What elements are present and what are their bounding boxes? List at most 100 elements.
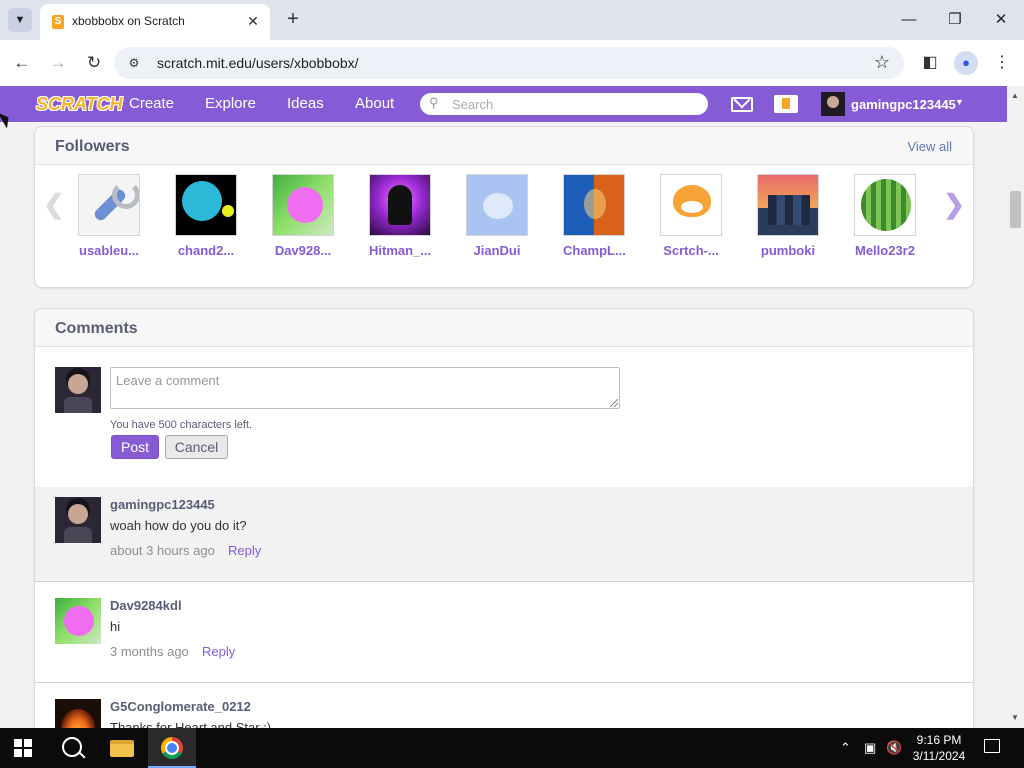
- comment-username[interactable]: Dav9284kdl: [110, 598, 182, 613]
- taskbar-chrome-button[interactable]: [148, 728, 196, 768]
- follower-thumbnail[interactable]: [272, 174, 334, 236]
- carousel-next-icon[interactable]: ❯: [943, 189, 965, 220]
- textarea-resize-icon[interactable]: [610, 399, 618, 407]
- follower-name[interactable]: Hitman_...: [369, 243, 431, 258]
- forward-icon[interactable]: →: [46, 51, 70, 75]
- comment-compose: You have 500 characters left. Post Cance…: [35, 347, 973, 487]
- follower-name[interactable]: chand2...: [175, 243, 237, 258]
- comments-box: Comments You have 500 characters left. P…: [34, 308, 974, 728]
- follower-name[interactable]: usableu...: [78, 243, 140, 258]
- follower-thumbnail[interactable]: [369, 174, 431, 236]
- search-input[interactable]: [452, 95, 697, 113]
- follower-item[interactable]: pumboki: [757, 174, 819, 258]
- side-panel-icon[interactable]: ◧: [918, 51, 942, 75]
- follower-item[interactable]: usableu...: [78, 174, 140, 258]
- profile-icon[interactable]: ●: [954, 51, 978, 75]
- follower-thumbnail[interactable]: [854, 174, 916, 236]
- comment-item: gamingpc123445 woah how do you do it? ab…: [35, 487, 973, 581]
- follower-name[interactable]: Scrtch-...: [660, 243, 722, 258]
- comment-avatar[interactable]: [55, 497, 101, 543]
- maximize-icon[interactable]: ❐: [940, 8, 970, 32]
- tab-search-icon[interactable]: ▼: [8, 8, 32, 32]
- scrollbar-thumb[interactable]: [1010, 191, 1021, 228]
- windows-start-icon[interactable]: [14, 739, 32, 757]
- comment-username[interactable]: G5Conglomerate_0212: [110, 699, 251, 714]
- tray-chevron-icon[interactable]: ⌃: [840, 740, 851, 756]
- back-icon[interactable]: ←: [10, 51, 34, 75]
- follower-item[interactable]: Mello23r2: [854, 174, 916, 258]
- nav-create[interactable]: Create: [129, 95, 174, 112]
- follower-name[interactable]: JianDui: [466, 243, 528, 258]
- volume-muted-icon[interactable]: 🔇: [886, 740, 902, 756]
- chars-left-text: You have 500 characters left.: [110, 419, 253, 431]
- follower-thumbnail[interactable]: [757, 174, 819, 236]
- url-text[interactable]: scratch.mit.edu/users/xbobbobx/: [157, 55, 359, 71]
- account-username[interactable]: gamingpc123445: [851, 97, 956, 112]
- notifications-icon[interactable]: [984, 739, 1000, 753]
- comment-divider: [35, 581, 973, 582]
- comment-textarea[interactable]: [110, 367, 620, 409]
- taskbar-clock[interactable]: 9:16 PM 3/11/2024: [906, 732, 972, 764]
- follower-thumbnail[interactable]: [466, 174, 528, 236]
- file-explorer-icon[interactable]: [110, 740, 134, 757]
- site-info-icon[interactable]: ⚙: [126, 55, 142, 71]
- tab-close-icon[interactable]: ✕: [244, 12, 262, 30]
- comment-reply-link[interactable]: Reply: [202, 644, 235, 659]
- chrome-icon: [161, 737, 183, 759]
- follower-thumbnail[interactable]: [660, 174, 722, 236]
- browser-tab-strip: ▼ S xbobbobx on Scratch ✕ + — ❐ ✕: [0, 0, 1024, 40]
- cancel-button[interactable]: Cancel: [165, 435, 228, 459]
- minimize-icon[interactable]: —: [894, 8, 924, 32]
- scroll-up-icon[interactable]: ▲: [1011, 91, 1019, 100]
- carousel-prev-icon[interactable]: ❮: [43, 189, 65, 220]
- nav-about[interactable]: About: [355, 95, 394, 112]
- new-tab-icon[interactable]: +: [282, 8, 304, 30]
- tab-title: xbobbobx on Scratch: [72, 14, 185, 28]
- browser-tab[interactable]: S xbobbobx on Scratch ✕: [40, 4, 270, 40]
- account-caret-icon[interactable]: ▼: [955, 97, 964, 107]
- scroll-down-icon[interactable]: ▼: [1011, 713, 1019, 722]
- search-box[interactable]: ⚲: [420, 93, 708, 115]
- my-stuff-icon[interactable]: [774, 95, 798, 113]
- page-scrollbar[interactable]: ▲ ▼: [1007, 86, 1024, 728]
- follower-item[interactable]: Scrtch-...: [660, 174, 722, 258]
- follower-item[interactable]: JianDui: [466, 174, 528, 258]
- follower-name[interactable]: Mello23r2: [854, 243, 916, 258]
- followers-view-all-link[interactable]: View all: [907, 139, 952, 154]
- nav-ideas[interactable]: Ideas: [287, 95, 324, 112]
- reload-icon[interactable]: ↻: [82, 51, 106, 75]
- post-button[interactable]: Post: [111, 435, 159, 459]
- follower-item[interactable]: ChampL...: [563, 174, 626, 258]
- comment-avatar[interactable]: [55, 598, 101, 644]
- follower-item[interactable]: Hitman_...: [369, 174, 431, 258]
- scratch-logo[interactable]: SCRATCH: [36, 92, 123, 116]
- messages-icon[interactable]: [731, 97, 753, 112]
- account-avatar[interactable]: [821, 92, 845, 116]
- follower-name[interactable]: Dav928...: [272, 243, 334, 258]
- comment-avatar[interactable]: [55, 699, 101, 728]
- follower-item[interactable]: chand2...: [175, 174, 237, 258]
- network-icon[interactable]: ▣: [864, 740, 876, 756]
- comment-reply-link[interactable]: Reply: [228, 543, 261, 558]
- nav-explore[interactable]: Explore: [205, 95, 256, 112]
- close-window-icon[interactable]: ✕: [986, 8, 1016, 32]
- followers-title: Followers: [55, 138, 130, 155]
- comment-time: 3 months ago: [110, 644, 189, 659]
- followers-box: Followers View all ❮ usableu... chand2..…: [34, 126, 974, 288]
- follower-item[interactable]: Dav928...: [272, 174, 334, 258]
- comment-text: hi: [110, 619, 121, 634]
- comment-username[interactable]: gamingpc123445: [110, 497, 215, 512]
- browser-menu-icon[interactable]: ⋮: [990, 51, 1014, 75]
- taskbar-search-icon[interactable]: [62, 737, 82, 757]
- follower-thumbnail[interactable]: [78, 174, 140, 236]
- follower-name[interactable]: pumboki: [757, 243, 819, 258]
- follower-thumbnail[interactable]: [175, 174, 237, 236]
- compose-avatar: [55, 367, 101, 413]
- bookmark-star-icon[interactable]: ☆: [874, 52, 890, 73]
- profile-content: Followers View all ❮ usableu... chand2..…: [0, 122, 1007, 728]
- follower-name[interactable]: ChampL...: [563, 243, 626, 258]
- address-bar[interactable]: ⚙ scratch.mit.edu/users/xbobbobx/ ☆: [114, 47, 904, 79]
- comment-item: G5Conglomerate_0212 Thanks for Heart and…: [35, 689, 973, 728]
- comment-divider: [35, 682, 973, 683]
- follower-thumbnail[interactable]: [563, 174, 625, 236]
